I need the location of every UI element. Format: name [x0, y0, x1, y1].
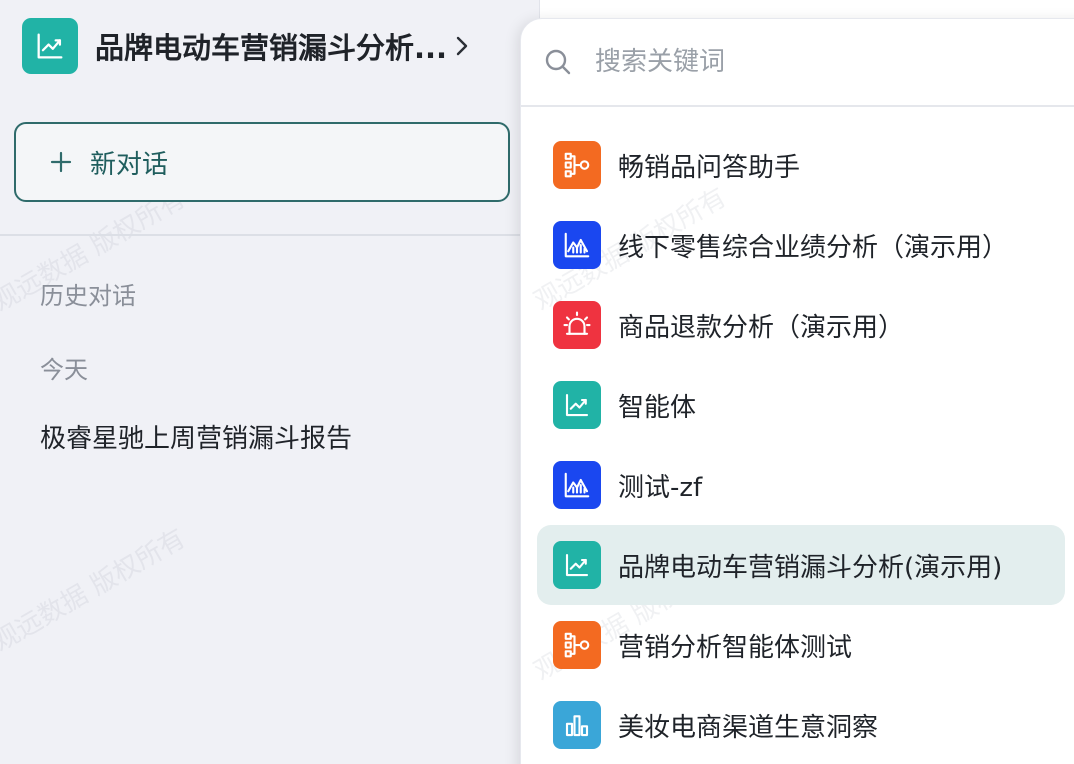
agent-label: 美妆电商渠道生意洞察 [618, 712, 879, 743]
watermark: 观远数据 版权所有 [0, 523, 191, 658]
agent-item[interactable]: 商品退款分析（演示用） [537, 285, 1065, 365]
today-heading: 今天 [40, 356, 88, 384]
sidebar: 观远数据 版权所有 观远数据 版权所有 品牌电动车营销漏斗分析... 新对话 历… [0, 0, 540, 764]
line-chart-icon [22, 18, 78, 74]
agent-label: 智能体 [618, 392, 697, 423]
agent-label: 商品退款分析（演示用） [618, 312, 905, 343]
agent-switcher[interactable]: 品牌电动车营销漏斗分析... [22, 18, 512, 74]
line-chart-icon [553, 381, 601, 429]
alarm-icon [553, 301, 601, 349]
history-item[interactable]: 极睿星驰上周营销漏斗报告 [40, 418, 352, 455]
agent-label: 营销分析智能体测试 [618, 632, 853, 663]
flow-icon [553, 621, 601, 669]
agent-label: 线下零售综合业绩分析（演示用） [618, 232, 1009, 263]
agent-title: 品牌电动车营销漏斗分析... [95, 31, 448, 65]
bar-chart-icon [553, 701, 601, 749]
new-chat-label: 新对话 [90, 149, 169, 180]
history-heading: 历史对话 [40, 282, 136, 310]
new-chat-button[interactable]: 新对话 [14, 122, 510, 202]
agent-label: 畅销品问答助手 [618, 152, 801, 183]
agent-item[interactable]: 智能体 [537, 365, 1065, 445]
line-chart-icon [553, 541, 601, 589]
agent-dropdown: 观远数据 版权所有 观远数据 版权所有 畅销品问答助手线下零售综合业绩分析（演示… [520, 18, 1074, 764]
agent-label: 测试-zf [618, 472, 703, 503]
area-chart-icon [553, 461, 601, 509]
divider [0, 234, 540, 236]
agent-label: 品牌电动车营销漏斗分析(演示用) [618, 552, 1003, 583]
agent-item[interactable]: 测试-zf [537, 445, 1065, 525]
flow-icon [553, 141, 601, 189]
area-chart-icon [553, 221, 601, 269]
agent-item[interactable]: 品牌电动车营销漏斗分析(演示用) [537, 525, 1065, 605]
agent-item[interactable]: 线下零售综合业绩分析（演示用） [537, 205, 1065, 285]
agent-item[interactable]: 营销分析智能体测试 [537, 605, 1065, 685]
agent-item[interactable]: 美妆电商渠道生意洞察 [537, 685, 1065, 764]
search-icon [545, 49, 571, 75]
plus-icon [50, 151, 72, 173]
search-bar [521, 19, 1074, 107]
chevron-right-icon [455, 33, 471, 59]
agent-list: 畅销品问答助手线下零售综合业绩分析（演示用） 商品退款分析（演示用） 智能体测试-z… [537, 125, 1065, 764]
search-input[interactable] [595, 47, 1015, 77]
agent-item[interactable]: 畅销品问答助手 [537, 125, 1065, 205]
